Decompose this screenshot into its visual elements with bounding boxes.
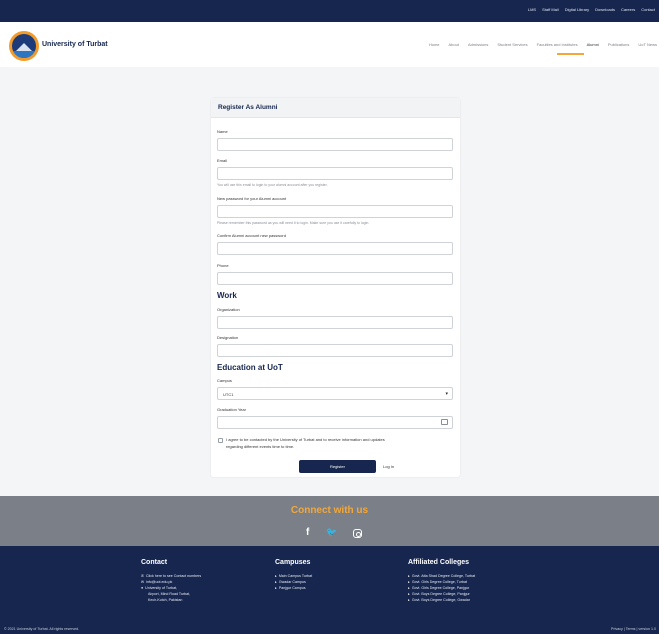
footer-colleges-heading: Affiliated Colleges <box>408 559 470 566</box>
footer-campus-link[interactable]: ▸ Gwadar Campus <box>275 580 306 584</box>
mail-icon: ✉ <box>141 580 145 584</box>
nav-item-faculties[interactable]: Faculties and Institutes <box>537 42 578 47</box>
graduation-year-input[interactable] <box>217 416 453 429</box>
phone-input[interactable] <box>217 272 453 285</box>
name-label: Name <box>217 129 228 134</box>
nav-item-publications[interactable]: Publications <box>608 42 630 47</box>
footer-address-line-3: Kech-Kutch, Pakistan <box>148 598 183 602</box>
footer-campus-link[interactable]: ▸ Main Campus Turbat <box>275 574 312 578</box>
consent-checkbox[interactable] <box>218 438 223 443</box>
topbar-link-contact[interactable]: Contact <box>641 7 655 12</box>
topbar-link-digital-library[interactable]: Digital Library <box>565 7 589 12</box>
connect-heading: Connect with us <box>290 505 369 516</box>
topbar-link-lms[interactable]: LMS <box>528 7 536 12</box>
footer-contact-email[interactable]: ✉ info@uot.edu.pk <box>141 580 172 584</box>
designation-input[interactable] <box>217 344 453 357</box>
brand-name[interactable]: University of Turbat <box>42 41 108 48</box>
caret-right-icon: ▸ <box>275 574 277 578</box>
footer-college-link[interactable]: ▸ Govt. Atta Shad Degree College, Turbat <box>408 574 475 578</box>
caret-right-icon: ▸ <box>408 598 410 602</box>
footer-contact-phone[interactable]: ✆ Click here to see Contact numbers <box>141 574 201 578</box>
caret-right-icon: ▸ <box>408 580 410 584</box>
campus-selected-value: UTC1 <box>223 392 234 397</box>
nav-menu: Home About Admissions Student Services F… <box>429 42 657 47</box>
topbar-link-downloads[interactable]: Downloads <box>595 7 615 12</box>
site-footer <box>0 546 659 634</box>
email-help-text: You will use this email to login to your… <box>217 183 328 187</box>
footer-contact-heading: Contact <box>141 559 168 566</box>
work-heading: Work <box>217 291 237 300</box>
facebook-icon[interactable]: f <box>306 527 309 538</box>
organization-label: Organization <box>217 307 240 312</box>
password-help-text: Please remember this password as you wil… <box>217 221 370 225</box>
calendar-icon[interactable] <box>441 419 448 425</box>
caret-right-icon: ▸ <box>408 592 410 596</box>
topbar-link-staff-mail[interactable]: Staff Mail <box>542 7 559 12</box>
password-input[interactable] <box>217 205 453 218</box>
top-bar: LMS Staff Mail Digital Library Downloads… <box>0 0 659 22</box>
footer-college-link[interactable]: ▸ Govt. Girls Degree College, Panjgur <box>408 586 469 590</box>
email-label: Email <box>217 158 228 163</box>
graduation-year-label: Graduation Year <box>217 407 246 412</box>
confirm-password-input[interactable] <box>217 242 453 255</box>
nav-item-alumni[interactable]: Alumni <box>587 42 599 47</box>
caret-right-icon: ▸ <box>408 574 410 578</box>
twitter-icon[interactable]: 🐦 <box>326 527 337 538</box>
campus-select[interactable]: UTC1 ▾ <box>217 387 453 400</box>
consent-text-line-1: I agree to be contacted by the Universit… <box>226 437 385 442</box>
footer-college-link[interactable]: ▸ Govt. Boys Degree College, Gwadar <box>408 598 470 602</box>
register-button[interactable]: Register <box>299 460 376 473</box>
footer-bottom-links[interactable]: Privacy | Terms | version 1.0 <box>611 627 656 631</box>
footer-campus-link[interactable]: ▸ Panjgur Campus <box>275 586 306 590</box>
footer-college-link[interactable]: ▸ Govt. Girls Degree College, Turbat <box>408 580 467 584</box>
nav-item-admissions[interactable]: Admissions <box>468 42 488 47</box>
password-label: New password for your Alumni account <box>217 196 287 201</box>
copyright-text: © 2021 University of Turbat. All rights … <box>4 627 80 631</box>
nav-item-student-services[interactable]: Student Services <box>497 42 527 47</box>
caret-right-icon: ▸ <box>275 586 277 590</box>
email-input[interactable] <box>217 167 453 180</box>
footer-address-line-2: Airport, Mind Road Turbat, <box>148 592 191 596</box>
instagram-icon[interactable] <box>353 529 362 538</box>
login-link[interactable]: Log In <box>383 464 394 469</box>
caret-right-icon: ▸ <box>408 586 410 590</box>
phone-label: Phone <box>217 263 229 268</box>
nav-item-news[interactable]: UoT News <box>638 42 657 47</box>
university-logo[interactable] <box>9 31 39 61</box>
active-nav-indicator <box>557 53 584 55</box>
topbar-link-careers[interactable]: Careers <box>621 7 635 12</box>
nav-item-about[interactable]: About <box>449 42 459 47</box>
form-title: Register As Alumni <box>218 104 278 111</box>
caret-right-icon: ▸ <box>275 580 277 584</box>
campus-label: Campus <box>217 378 232 383</box>
designation-label: Designation <box>217 335 239 340</box>
confirm-password-label: Confirm Alumni account new password <box>217 233 286 238</box>
card-header: Register As Alumni <box>211 98 460 118</box>
nav-item-home[interactable]: Home <box>429 42 440 47</box>
topbar-links: LMS Staff Mail Digital Library Downloads… <box>528 7 655 12</box>
education-heading: Education at UoT <box>217 363 283 372</box>
location-pin-icon: ● <box>141 586 144 590</box>
connect-band <box>0 496 659 546</box>
organization-input[interactable] <box>217 316 453 329</box>
logo-emblem-icon <box>12 34 36 58</box>
name-input[interactable] <box>217 138 453 151</box>
footer-college-link[interactable]: ▸ Govt. Boys Degree College, Panjgur <box>408 592 470 596</box>
footer-campuses-heading: Campuses <box>275 559 311 566</box>
phone-icon: ✆ <box>141 574 145 578</box>
chevron-down-icon: ▾ <box>445 391 448 397</box>
footer-contact-address: ● University of Turbat, <box>141 586 178 590</box>
consent-text-line-2: regarding different events time to time. <box>226 444 295 449</box>
